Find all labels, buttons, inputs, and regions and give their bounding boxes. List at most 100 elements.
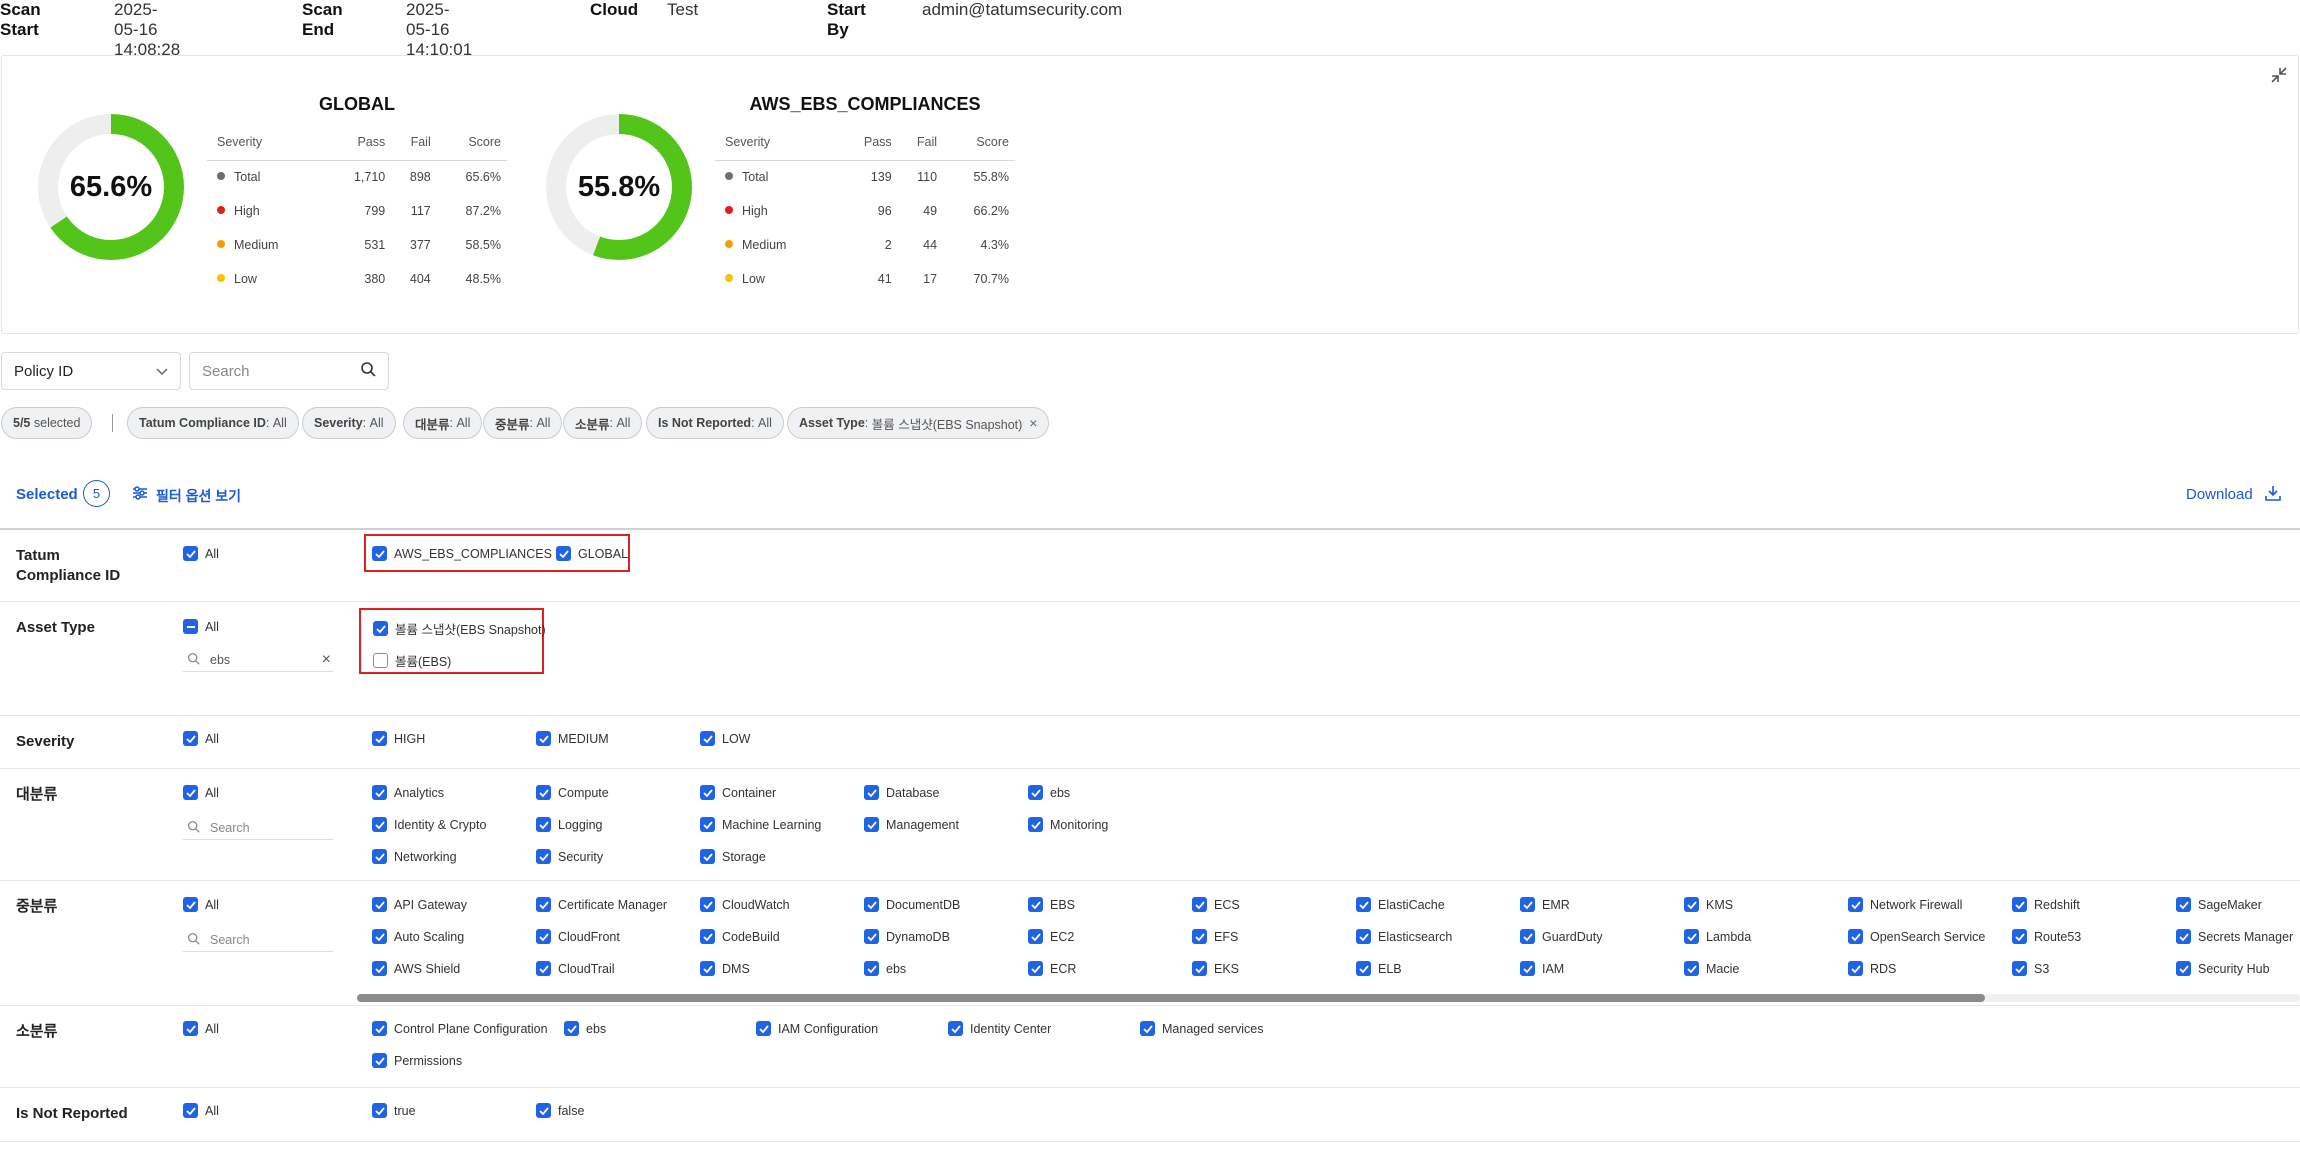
search-input[interactable]: Search (189, 352, 389, 390)
checkbox-option[interactable]: CloudWatch (700, 897, 790, 912)
checkbox-option[interactable]: Managed services (1140, 1021, 1263, 1036)
fail-cell: 17 (923, 272, 938, 286)
chip-severity[interactable]: Severity: All (302, 407, 396, 439)
checkbox-option[interactable]: EMR (1520, 897, 1570, 912)
checkbox-option[interactable]: AWS_EBS_COMPLIANCES (372, 546, 552, 561)
filter-options-toggle[interactable]: 필터 옵션 보기 (156, 486, 241, 506)
checkbox-option[interactable]: KMS (1684, 897, 1733, 912)
checkbox-option[interactable]: ElastiCache (1356, 897, 1445, 912)
close-icon[interactable]: × (1029, 415, 1037, 431)
checkbox-option[interactable]: Lambda (1684, 929, 1751, 944)
checkbox-option[interactable]: CloudTrail (536, 961, 615, 976)
checkbox-option[interactable]: MEDIUM (536, 731, 609, 746)
checkbox-option[interactable]: SageMaker (2176, 897, 2262, 912)
checkbox-option[interactable]: Logging (536, 817, 603, 832)
checkbox-option[interactable]: ECS (1192, 897, 1240, 912)
checkbox-option[interactable]: GuardDuty (1520, 929, 1602, 944)
checkbox-option[interactable]: IAM (1520, 961, 1564, 976)
checkbox-option[interactable]: LOW (700, 731, 750, 746)
checkbox-option[interactable]: OpenSearch Service (1848, 929, 1985, 944)
checkbox-option[interactable]: Network Firewall (1848, 897, 1962, 912)
checkbox-option[interactable]: Redshift (2012, 897, 2080, 912)
checkbox-option[interactable]: IAM Configuration (756, 1021, 878, 1036)
checkbox-option[interactable]: Compute (536, 785, 609, 800)
chip-major-category[interactable]: 대분류: All (403, 407, 483, 439)
checkbox-option[interactable]: Networking (372, 849, 457, 864)
checkbox-option[interactable]: HIGH (372, 731, 425, 746)
collapse-icon[interactable] (2268, 64, 2290, 86)
checkbox-all[interactable]: All (183, 1103, 219, 1118)
checkbox-option[interactable]: ECR (1028, 961, 1076, 976)
checkbox-option[interactable]: false (536, 1103, 584, 1118)
horizontal-scrollbar-track[interactable] (357, 994, 2300, 1002)
checkbox-option[interactable]: Certificate Manager (536, 897, 667, 912)
checkbox-option[interactable]: API Gateway (372, 897, 467, 912)
checkbox-option[interactable]: Identity Center (948, 1021, 1051, 1036)
checkbox-option[interactable]: Permissions (372, 1053, 462, 1068)
chip-middle-category[interactable]: 중분류: All (483, 407, 563, 439)
checkbox-option[interactable]: ebs (564, 1021, 606, 1036)
checkbox-option[interactable]: DMS (700, 961, 750, 976)
search-icon[interactable] (360, 361, 376, 381)
checkbox-option[interactable]: Monitoring (1028, 817, 1108, 832)
checkbox-option[interactable]: Management (864, 817, 959, 832)
checkbox-option[interactable]: S3 (2012, 961, 2049, 976)
checkbox-option[interactable]: Machine Learning (700, 817, 821, 832)
checkbox-option[interactable]: CloudFront (536, 929, 620, 944)
chip-asset-type[interactable]: Asset Type: 볼륨 스냅샷(EBS Snapshot) × (787, 407, 1050, 439)
checkbox-option[interactable]: ELB (1356, 961, 1402, 976)
checkbox-option[interactable]: true (372, 1103, 416, 1118)
checkbox-option[interactable]: AWS Shield (372, 961, 460, 976)
checkbox-option[interactable]: EKS (1192, 961, 1239, 976)
checkbox-option[interactable]: GLOBAL (556, 546, 628, 561)
checkbox-option[interactable]: ebs (1028, 785, 1070, 800)
checkbox-option[interactable]: 볼륨 스냅샷(EBS Snapshot) (373, 619, 546, 638)
checkbox-option[interactable]: Secrets Manager (2176, 929, 2293, 944)
checkbox-option[interactable]: CodeBuild (700, 929, 780, 944)
checkbox-box (536, 897, 551, 912)
middle-search-input[interactable]: Search (183, 928, 333, 952)
checkbox-all[interactable]: All (183, 785, 219, 800)
checkbox-option[interactable]: Macie (1684, 961, 1739, 976)
download-button[interactable]: Download (2186, 486, 2253, 503)
major-search-input[interactable]: Search (183, 816, 333, 840)
checkbox-option[interactable]: DocumentDB (864, 897, 960, 912)
checkbox-option[interactable]: ebs (864, 961, 906, 976)
checkbox-all[interactable]: All (183, 897, 219, 912)
checkbox-option[interactable]: Container (700, 785, 776, 800)
checkbox-option[interactable]: Auto Scaling (372, 929, 464, 944)
chip-tatum-compliance-id[interactable]: Tatum Compliance ID: All (127, 407, 299, 439)
checkbox-option[interactable]: Storage (700, 849, 766, 864)
checkbox-option[interactable]: EFS (1192, 929, 1238, 944)
search-field-select[interactable]: Policy ID (1, 352, 181, 390)
clear-icon[interactable]: × (322, 651, 331, 669)
checkbox-option[interactable]: Security Hub (2176, 961, 2270, 976)
checkbox-option[interactable]: Database (864, 785, 940, 800)
checkbox-option[interactable]: RDS (1848, 961, 1896, 976)
asset-type-search-input[interactable]: ebs × (183, 648, 333, 672)
checkbox-all[interactable]: All (183, 731, 219, 746)
checkbox-all[interactable]: All (183, 619, 219, 634)
option-label: ELB (1378, 961, 1402, 976)
checkbox-option[interactable]: DynamoDB (864, 929, 950, 944)
selected-count-chip[interactable]: 5/5 selected (1, 407, 93, 439)
download-icon[interactable] (2264, 484, 2282, 507)
severity-cell: Medium (742, 238, 787, 252)
chip-is-not-reported[interactable]: Is Not Reported: All (646, 407, 784, 439)
pass-cell: 531 (364, 238, 386, 252)
row-label-minor: 소분류 (16, 1023, 58, 1040)
horizontal-scrollbar-thumb[interactable] (357, 994, 1985, 1002)
checkbox-option[interactable]: Security (536, 849, 603, 864)
chip-minor-category[interactable]: 소분류: All (563, 407, 643, 439)
checkbox-all[interactable]: All (183, 546, 219, 561)
checkbox-option[interactable]: Identity & Crypto (372, 817, 486, 832)
checkbox-all[interactable]: All (183, 1021, 219, 1036)
option-label: EKS (1214, 961, 1240, 976)
checkbox-option[interactable]: EC2 (1028, 929, 1074, 944)
checkbox-option[interactable]: Analytics (372, 785, 444, 800)
checkbox-option[interactable]: Control Plane Configuration (372, 1021, 548, 1036)
checkbox-option[interactable]: EBS (1028, 897, 1075, 912)
checkbox-option[interactable]: 볼륨(EBS) (373, 651, 451, 670)
checkbox-option[interactable]: Route53 (2012, 929, 2081, 944)
checkbox-option[interactable]: Elasticsearch (1356, 929, 1452, 944)
